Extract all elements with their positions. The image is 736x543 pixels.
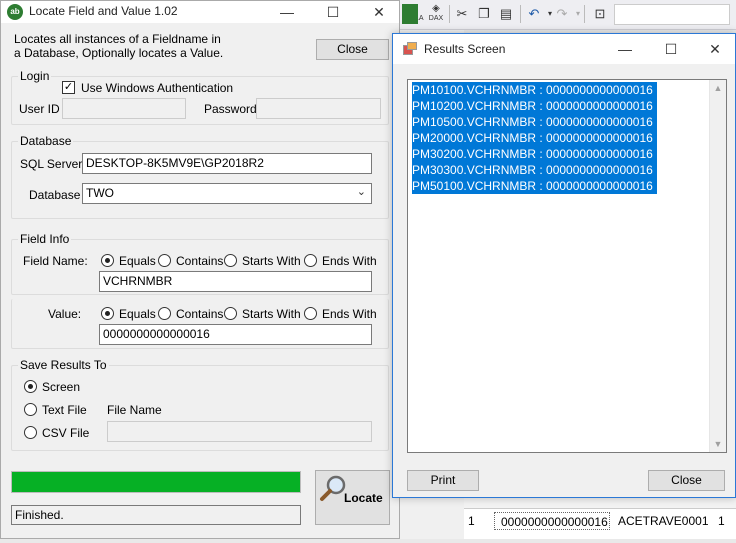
grid-row-number: 1 xyxy=(468,514,475,528)
grid-cell-count[interactable]: 1 xyxy=(718,512,736,530)
csv-file-label: CSV File xyxy=(42,426,90,440)
sql-server-label: SQL Server xyxy=(20,157,83,171)
login-legend: Login xyxy=(18,69,52,83)
use-windows-auth-checkbox[interactable]: ✓ xyxy=(62,81,75,94)
close-icon[interactable]: ✕ xyxy=(357,1,401,23)
value-field[interactable]: 0000000000000016 xyxy=(99,324,372,345)
value-ends-with-label: Ends With xyxy=(322,307,377,321)
progress-fill xyxy=(12,472,300,492)
field-equals-label: Equals xyxy=(119,254,156,268)
grid-cell-vendor[interactable]: ACETRAVE0001 xyxy=(618,512,712,530)
value-starts-with-radio[interactable] xyxy=(224,307,237,320)
app-icon xyxy=(402,4,418,24)
result-line[interactable]: PM30300.VCHRNMBR : 0000000000000016 xyxy=(412,162,657,178)
main-window: ab Locate Field and Value 1.02 — ☐ ✕ Loc… xyxy=(0,0,400,539)
value-ends-with-radio[interactable] xyxy=(304,307,317,320)
result-line[interactable]: PM10100.VCHRNMBR : 0000000000000016 xyxy=(412,82,657,98)
locate-button[interactable]: Locate xyxy=(315,470,390,525)
result-line[interactable]: PM10500.VCHRNMBR : 0000000000000016 xyxy=(412,114,657,130)
scroll-up-icon[interactable]: ▲ xyxy=(710,80,726,96)
progress-bar xyxy=(11,471,301,493)
result-line[interactable]: PM30200.VCHRNMBR : 0000000000000016 xyxy=(412,146,657,162)
password-field[interactable] xyxy=(256,98,381,119)
user-id-field[interactable] xyxy=(62,98,186,119)
field-starts-with-radio[interactable] xyxy=(224,254,237,267)
grid-row-partial xyxy=(464,533,736,543)
status-text: Finished. xyxy=(11,505,301,525)
vertical-scrollbar[interactable]: ▲ ▼ xyxy=(709,80,726,452)
field-equals-radio[interactable] xyxy=(101,254,114,267)
close-button[interactable]: Close xyxy=(316,39,389,60)
field-info-legend: Field Info xyxy=(18,232,72,246)
database-select-value: TWO xyxy=(86,186,114,200)
value-starts-with-label: Starts With xyxy=(242,307,301,321)
results-close-icon[interactable]: ✕ xyxy=(693,38,736,60)
paste-icon[interactable]: ▤ xyxy=(496,4,516,24)
redo-dropdown-icon[interactable]: ▾ xyxy=(568,4,588,24)
screen-label: Screen xyxy=(42,380,81,394)
value-contains-label: Contains xyxy=(176,307,224,321)
result-line[interactable]: PM50100.VCHRNMBR : 0000000000000016 xyxy=(412,178,657,194)
results-list[interactable]: PM10100.VCHRNMBR : 0000000000000016 PM102… xyxy=(407,79,727,453)
main-titlebar: ab Locate Field and Value 1.02 — ☐ ✕ xyxy=(1,1,399,23)
scroll-down-icon[interactable]: ▼ xyxy=(710,436,726,452)
screen-radio[interactable] xyxy=(24,380,37,393)
field-starts-with-label: Starts With xyxy=(242,254,301,268)
text-file-radio[interactable] xyxy=(24,403,37,416)
file-name-field[interactable] xyxy=(107,421,372,442)
value-label: Value: xyxy=(48,307,82,321)
field-ends-with-label: Ends With xyxy=(322,254,377,268)
text-file-label: Text File xyxy=(42,403,87,417)
dax-icon[interactable]: ◈ DAX xyxy=(426,4,446,24)
toolbar-combo[interactable] xyxy=(614,4,730,25)
user-id-label: User ID xyxy=(19,102,60,116)
print-button[interactable]: Print xyxy=(407,470,479,491)
sql-server-field[interactable]: DESKTOP-8K5MV9E\GP2018R2 xyxy=(82,153,372,174)
results-titlebar: Results Screen — ☐ ✕ xyxy=(393,34,735,64)
field-contains-radio[interactable] xyxy=(158,254,171,267)
field-contains-label: Contains xyxy=(176,254,224,268)
field-name-label: Field Name: xyxy=(23,254,88,268)
value-equals-radio[interactable] xyxy=(101,307,114,320)
use-windows-auth-label: Use Windows Authentication xyxy=(81,81,234,95)
database-label: Database xyxy=(29,188,81,202)
background-toolbar: ◈XMLA ◈DAX ✂ ❐ ▤ ↶ ▾ ↷ ▾ ⊡ xyxy=(400,0,736,30)
password-label: Password xyxy=(204,102,257,116)
result-line[interactable]: PM10200.VCHRNMBR : 0000000000000016 xyxy=(412,98,657,114)
results-minimize-icon[interactable]: — xyxy=(603,38,647,60)
main-window-title: Locate Field and Value 1.02 xyxy=(29,4,178,18)
field-name-field[interactable]: VCHRNMBR xyxy=(99,271,372,292)
results-window-title: Results Screen xyxy=(424,42,506,56)
locate-label: Locate xyxy=(344,491,383,505)
grid-cell-value[interactable]: 0000000000000016 xyxy=(494,512,610,530)
copy-icon[interactable]: ❐ xyxy=(474,4,494,24)
save-results-legend: Save Results To xyxy=(18,358,109,372)
app-logo-icon: ab xyxy=(7,4,23,20)
chevron-down-icon[interactable]: ⌄ xyxy=(357,185,366,198)
value-contains-radio[interactable] xyxy=(158,307,171,320)
properties-icon[interactable]: ⊡ xyxy=(590,4,610,24)
file-name-label: File Name xyxy=(107,403,162,417)
field-ends-with-radio[interactable] xyxy=(304,254,317,267)
description-text: Locates all instances of a Fieldname in … xyxy=(14,32,224,60)
value-equals-label: Equals xyxy=(119,307,156,321)
results-window: Results Screen — ☐ ✕ PM10100.VCHRNMBR : … xyxy=(392,33,736,498)
database-legend: Database xyxy=(18,134,74,148)
maximize-icon[interactable]: ☐ xyxy=(311,1,355,23)
cut-icon[interactable]: ✂ xyxy=(452,4,472,24)
results-close-button[interactable]: Close xyxy=(648,470,725,491)
window-form-icon xyxy=(403,42,417,56)
csv-file-radio[interactable] xyxy=(24,426,37,439)
minimize-icon[interactable]: — xyxy=(265,1,309,23)
database-select[interactable]: TWO ⌄ xyxy=(82,183,372,204)
result-line[interactable]: PM20000.VCHRNMBR : 0000000000000016 xyxy=(412,130,657,146)
results-maximize-icon[interactable]: ☐ xyxy=(649,38,693,60)
